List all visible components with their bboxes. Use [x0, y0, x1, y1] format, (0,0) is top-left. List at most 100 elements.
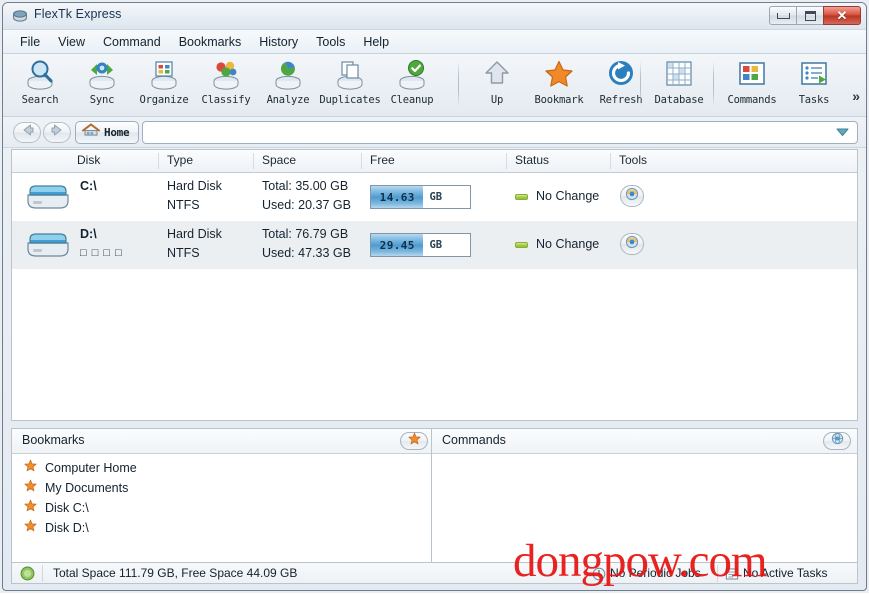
maximize-button[interactable] — [796, 6, 824, 25]
status-active-tasks-text: No Active Tasks — [743, 566, 828, 580]
table-row[interactable]: C:\ Hard Disk NTFS Total: 35.00 GB Used:… — [12, 173, 857, 221]
column-header-disk[interactable]: Disk — [77, 153, 100, 167]
toolbar-label-classify: Classify — [201, 94, 251, 106]
toolbar-label-database: Database — [654, 94, 704, 106]
main-toolbar: Search Sync Organize Classify Analyze Du… — [3, 54, 866, 117]
toolbar-overflow-button[interactable]: » — [852, 88, 860, 104]
bookmarks-add-button[interactable] — [400, 432, 428, 450]
column-divider-3[interactable] — [361, 153, 362, 169]
back-button[interactable] — [13, 122, 41, 143]
toolbar-label-up: Up — [490, 94, 504, 106]
disk-drive-icon — [26, 184, 70, 210]
address-input[interactable] — [147, 122, 829, 145]
toolbar-button-sync[interactable]: Sync — [71, 54, 133, 116]
disk-total-space: Total: 76.79 GB — [262, 227, 349, 241]
address-bar[interactable] — [142, 121, 858, 145]
toolbar-button-commands[interactable]: Commands — [721, 54, 783, 116]
toolbar-button-analyze[interactable]: Analyze — [257, 54, 319, 116]
column-header-type[interactable]: Type — [167, 153, 193, 167]
disk-sync-icon — [85, 59, 119, 92]
disk-name: C:\ — [80, 179, 97, 193]
bottom-panels: Bookmarks Computer Home My Documents Dis… — [11, 428, 858, 564]
address-dropdown-button[interactable] — [830, 125, 854, 141]
commands-action-button[interactable] — [823, 432, 851, 450]
close-button[interactable]: ✕ — [823, 6, 861, 25]
list-item[interactable]: Disk C:\ — [12, 498, 434, 518]
disk-type: Hard Disk — [167, 227, 222, 241]
list-item[interactable]: My Documents — [12, 478, 434, 498]
column-header-space[interactable]: Space — [262, 153, 296, 167]
list-item[interactable]: Disk D:\ — [12, 518, 434, 538]
status-divider-1 — [42, 565, 43, 582]
disk-type: Hard Disk — [167, 179, 222, 193]
toolbar-label-organize: Organize — [139, 94, 189, 106]
menu-item-bookmarks[interactable]: Bookmarks — [170, 32, 251, 52]
home-button[interactable]: Home — [75, 121, 140, 144]
column-divider-2[interactable] — [253, 153, 254, 169]
toolbar-separator-1 — [458, 61, 459, 107]
menu-item-tools[interactable]: Tools — [307, 32, 354, 52]
disk-analyze-icon — [271, 59, 305, 92]
forward-arrow-icon — [50, 123, 65, 142]
status-indicator-icon — [515, 194, 528, 200]
disk-classify-icon — [209, 59, 243, 92]
table-row[interactable]: D:\ □ □ □ □ Hard Disk NTFS Total: 76.79 … — [12, 221, 857, 269]
application-window: FlexTk Express ✕ File View Command Bookm… — [0, 0, 869, 593]
disk-total-space: Total: 35.00 GB — [262, 179, 349, 193]
toolbar-label-cleanup: Cleanup — [390, 94, 434, 106]
toolbar-button-bookmark[interactable]: Bookmark — [528, 54, 590, 116]
globe-icon — [831, 432, 844, 450]
menu-item-history[interactable]: History — [250, 32, 307, 52]
status-text: No Change — [536, 237, 600, 251]
tasks-list-icon — [797, 59, 831, 92]
toolbar-group-primary: Search Sync Organize Classify Analyze Du… — [9, 54, 443, 116]
window-title: FlexTk Express — [34, 7, 122, 21]
toolbar-button-cleanup[interactable]: Cleanup — [381, 54, 443, 116]
toolbar-group-navigation: Up Bookmark Refresh — [466, 54, 652, 116]
status-bar: Total Space 111.79 GB, Free Space 44.09 … — [11, 562, 858, 584]
list-item[interactable]: Computer Home — [12, 458, 434, 478]
free-space-bar: 14.63 GB — [370, 185, 471, 209]
toolbar-button-organize[interactable]: Organize — [133, 54, 195, 116]
toolbar-label-bookmark: Bookmark — [534, 94, 584, 106]
toolbar-button-tasks[interactable]: Tasks — [783, 54, 845, 116]
menu-item-view[interactable]: View — [49, 32, 94, 52]
status-divider-3 — [717, 565, 718, 582]
status-space-text: Total Space 111.79 GB, Free Space 44.09 … — [53, 566, 298, 580]
column-divider-5[interactable] — [610, 153, 611, 169]
minimize-button[interactable] — [769, 6, 797, 25]
toolbar-group-tasks: Commands Tasks — [721, 54, 845, 116]
toolbar-button-search[interactable]: Search — [9, 54, 71, 116]
bookmark-label: Disk C:\ — [45, 501, 89, 515]
column-divider-4[interactable] — [506, 153, 507, 169]
toolbar-label-analyze: Analyze — [266, 94, 310, 106]
star-icon — [24, 499, 37, 517]
window-controls: ✕ — [769, 6, 861, 25]
bookmark-label: Disk D:\ — [45, 521, 89, 535]
row-tool-button[interactable] — [620, 233, 644, 255]
free-space-value: 29.45 — [379, 238, 415, 252]
maximize-icon — [804, 10, 816, 21]
toolbar-button-refresh[interactable]: Refresh — [590, 54, 652, 116]
bookmarks-panel-header: Bookmarks — [12, 429, 434, 454]
column-header-tools[interactable]: Tools — [619, 153, 647, 167]
navigation-bar: Home — [3, 117, 866, 148]
toolbar-button-database[interactable]: Database — [648, 54, 710, 116]
column-divider-1[interactable] — [158, 153, 159, 169]
menu-item-file[interactable]: File — [11, 32, 49, 52]
free-space-unit: GB — [429, 191, 443, 203]
toolbar-button-duplicates[interactable]: Duplicates — [319, 54, 381, 116]
bookmarks-panel-title: Bookmarks — [22, 433, 85, 447]
column-header-status[interactable]: Status — [515, 153, 549, 167]
title-bar: FlexTk Express ✕ — [3, 3, 866, 30]
disk-duplicates-icon — [333, 59, 367, 92]
column-header-free[interactable]: Free — [370, 153, 395, 167]
forward-button[interactable] — [43, 122, 71, 143]
menu-item-command[interactable]: Command — [94, 32, 170, 52]
menu-item-help[interactable]: Help — [354, 32, 398, 52]
toolbar-button-up[interactable]: Up — [466, 54, 528, 116]
toolbar-button-classify[interactable]: Classify — [195, 54, 257, 116]
row-tool-button[interactable] — [620, 185, 644, 207]
free-space-bar-fill: 29.45 — [371, 234, 424, 256]
home-icon — [82, 123, 100, 142]
